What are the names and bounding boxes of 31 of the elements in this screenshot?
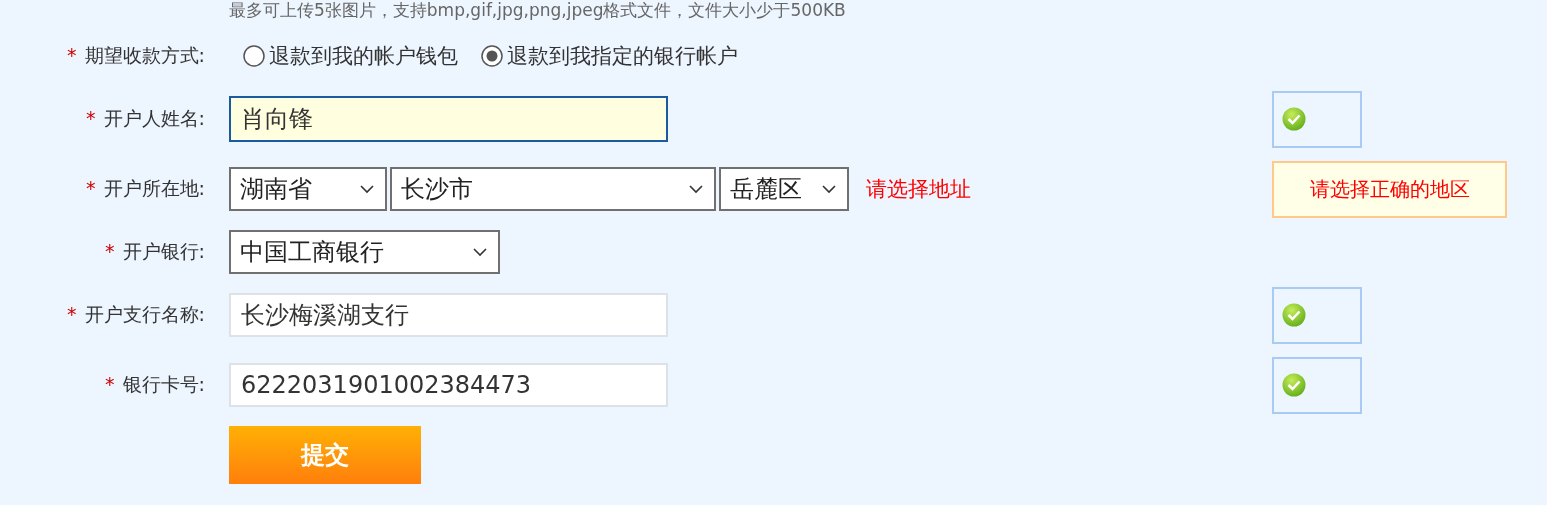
upload-hint: 最多可上传5张图片，支持bmp,gif,jpg,png,jpeg格式文件，文件大小少于500KB (228, 0, 847, 20)
field-label: 期望收款方式: (84, 44, 205, 66)
error-message: 请选择地址 (866, 176, 971, 203)
field-label: 开户所在地: (103, 177, 205, 199)
radio-option[interactable]: 退款到我指定的银行帐户 (481, 42, 738, 70)
check-icon (1282, 373, 1306, 397)
required-mark: * (67, 44, 77, 66)
field-label: 开户银行: (122, 240, 205, 262)
chevron-icon (359, 184, 375, 194)
input-field[interactable]: 肖向锋 (229, 96, 668, 142)
dropdown[interactable]: 长沙市 (390, 167, 716, 211)
required-mark: * (86, 177, 96, 199)
check-icon (1282, 107, 1306, 131)
required-mark: * (105, 240, 115, 262)
dropdown[interactable]: 岳麓区 (719, 167, 849, 211)
check-icon (1282, 303, 1306, 327)
chevron-icon (688, 184, 704, 194)
chevron-icon (821, 184, 837, 194)
required-mark: * (105, 373, 115, 395)
dropdown[interactable]: 中国工商银行 (229, 230, 500, 274)
field-label: 开户人姓名: (103, 107, 205, 129)
error-tooltip: 请选择正确的地区 (1272, 160, 1507, 218)
field-label: 银行卡号: (122, 373, 205, 395)
input-field[interactable]: 6222031901002384473 (229, 363, 668, 407)
input-field[interactable]: 长沙梅溪湖支行 (229, 293, 668, 337)
chevron-icon (472, 247, 488, 257)
required-mark: * (86, 107, 96, 129)
required-mark: * (67, 303, 77, 325)
dropdown[interactable]: 湖南省 (229, 167, 387, 211)
radio-option[interactable]: 退款到我的帐户钱包 (243, 42, 458, 70)
field-label: 开户支行名称: (84, 303, 205, 325)
